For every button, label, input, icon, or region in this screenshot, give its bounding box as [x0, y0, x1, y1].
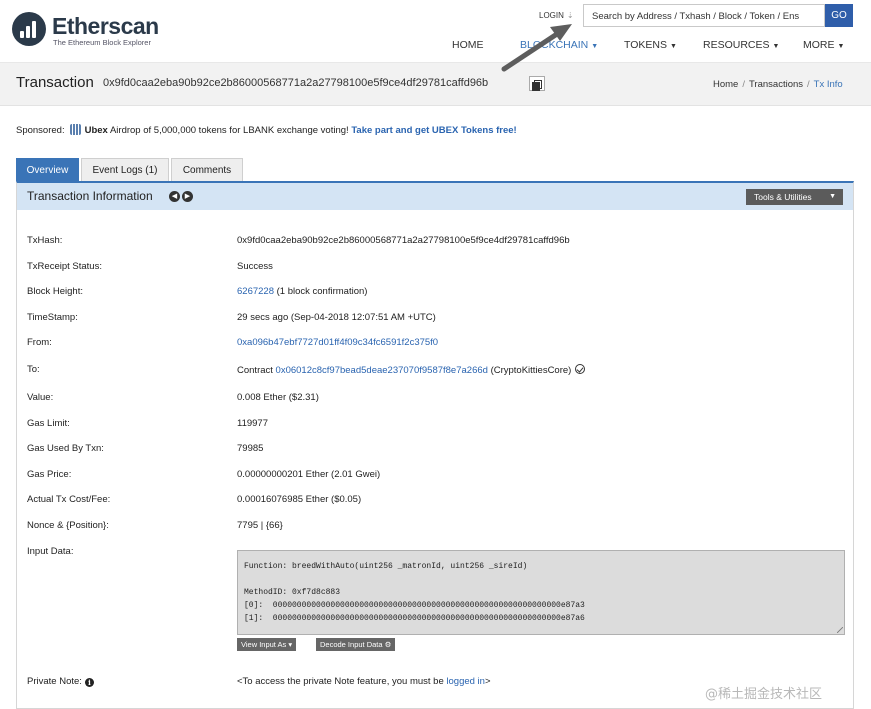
nav-tokens-label: TOKENS — [624, 39, 667, 51]
input-data-line: [1]: 00000000000000000000000000000000000… — [244, 614, 585, 623]
tab-comments[interactable]: Comments — [171, 158, 243, 181]
input-data-line: [0]: 00000000000000000000000000000000000… — [244, 601, 585, 610]
value-value: 0.008 Ether ($2.31) — [237, 392, 319, 403]
search-go-button[interactable]: GO — [825, 4, 853, 27]
verified-check-icon — [575, 364, 586, 374]
watermark: @稀土掘金技术社区 — [705, 687, 823, 702]
nav-resources[interactable]: RESOURCES ▼ — [703, 39, 779, 51]
breadcrumb: Home / Transactions / Tx Info — [713, 79, 843, 90]
breadcrumb-home[interactable]: Home — [713, 79, 738, 90]
to-label: To: — [27, 364, 40, 375]
chevron-down-icon: ▾ — [288, 640, 293, 649]
gas-used-value: 79985 — [237, 443, 264, 454]
logo-subtitle: The Ethereum Block Explorer — [53, 38, 151, 47]
tab-overview[interactable]: Overview — [16, 158, 79, 181]
from-label: From: — [27, 337, 52, 348]
gas-price-value: 0.00000000201 Ether (2.01 Gwei) — [237, 469, 381, 480]
tab-event-logs[interactable]: Event Logs (1) — [81, 158, 169, 181]
ubex-logo-icon — [69, 124, 81, 135]
from-address-link[interactable]: 0xa096b47ebf7727d01ff4f09c34fc6591f2c375… — [237, 337, 438, 348]
view-input-as-button[interactable]: View Input As ▾ — [237, 638, 297, 651]
nav-home[interactable]: HOME — [452, 39, 484, 51]
private-note-suffix: > — [484, 676, 491, 687]
info-icon[interactable]: i — [84, 678, 94, 687]
gas-used-label: Gas Used By Txn: — [27, 443, 104, 454]
private-note-label-row: Private Note: i — [27, 676, 94, 687]
block-link[interactable]: 6267228 — [237, 286, 274, 297]
value-label: Value: — [27, 392, 54, 403]
transaction-hash: 0x9fd0caa2eba90b92ce2b86000568771a2a2779… — [103, 77, 489, 89]
breadcrumb-tx-info: Tx Info — [813, 79, 843, 90]
nav-more[interactable]: MORE ▼ — [803, 39, 844, 51]
private-note-text: <To access the private Note feature, you… — [237, 676, 444, 687]
decode-input-data-label: Decode Input Data — [320, 640, 383, 649]
sponsored-text: Airdrop of 5,000,000 tokens for LBANK ex… — [109, 125, 349, 136]
tools-utilities-label: Tools & Utilities — [754, 192, 812, 202]
chevron-down-icon: ▼ — [772, 43, 780, 50]
logo-title: Etherscan — [52, 13, 159, 39]
input-data-line: MethodID: 0xf7d8c883 — [244, 588, 341, 597]
gas-limit-label: Gas Limit: — [27, 418, 70, 429]
private-note-value: <To access the private Note feature, you… — [237, 676, 491, 687]
copy-icon[interactable] — [529, 76, 545, 91]
to-prefix: Contract — [237, 365, 273, 376]
private-note-label: Private Note: — [27, 676, 82, 687]
resize-handle-icon[interactable] — [837, 627, 843, 633]
sponsored-banner: Sponsored: Ubex Airdrop of 5,000,000 toke… — [16, 124, 517, 136]
search-input[interactable]: Search by Address / Txhash / Block / Tok… — [583, 4, 825, 27]
nonce-value: 7795 | {66} — [237, 520, 283, 531]
sponsored-brand: Ubex — [84, 125, 108, 136]
nav-more-label: MORE — [803, 39, 835, 51]
view-input-as-label: View Input As — [241, 640, 287, 649]
nav-resources-label: RESOURCES — [703, 39, 770, 51]
prev-tx-icon[interactable]: ◀ — [169, 191, 180, 202]
etherscan-logo[interactable]: Etherscan The Ethereum Block Explorer — [12, 12, 162, 48]
to-contract-name: (CryptoKittiesCore) — [490, 365, 572, 376]
txhash-value: 0x9fd0caa2eba90b92ce2b86000568771a2a2779… — [237, 235, 570, 246]
input-data-label: Input Data: — [27, 546, 74, 557]
chevron-down-icon: ▼ — [829, 193, 836, 200]
gas-price-label: Gas Price: — [27, 469, 72, 480]
timestamp-label: TimeStamp: — [27, 312, 78, 323]
timestamp-value: 29 secs ago (Sep-04-2018 12:07:51 AM +UT… — [237, 312, 436, 323]
page-title: Transaction — [16, 74, 94, 91]
logged-in-link[interactable]: logged in — [446, 676, 485, 687]
chevron-down-icon: ▼ — [591, 43, 599, 50]
block-confirmations: (1 block confirmation) — [276, 286, 368, 297]
panel-title: Transaction Information — [27, 189, 153, 203]
tools-utilities-button[interactable]: Tools & Utilities ▼ — [746, 189, 843, 205]
status-label: TxReceipt Status: — [27, 261, 102, 272]
input-data-line — [244, 573, 838, 586]
chevron-down-icon: ▼ — [669, 43, 677, 50]
nav-tokens[interactable]: TOKENS ▼ — [624, 39, 677, 51]
nav-home-label: HOME — [452, 39, 484, 51]
input-data-textarea[interactable]: Function: breedWithAuto(uint256 _matronI… — [237, 550, 845, 635]
txhash-label: TxHash: — [27, 235, 63, 246]
block-height-label: Block Height: — [27, 286, 83, 297]
decode-input-data-button[interactable]: Decode Input Data ⚙ — [316, 638, 396, 651]
to-value: Contract 0x06012c8cf97bead5deae237070f95… — [237, 364, 586, 376]
gear-icon: ⚙ — [384, 640, 392, 649]
sponsored-prefix: Sponsored: — [16, 125, 65, 136]
nonce-label: Nonce & {Position}: — [27, 520, 109, 531]
gas-limit-value: 119977 — [237, 418, 268, 429]
breadcrumb-transactions[interactable]: Transactions — [749, 79, 803, 90]
block-height-value: 6267228 (1 block confirmation) — [237, 286, 367, 297]
chevron-down-icon: ▼ — [837, 43, 845, 50]
to-address-link[interactable]: 0x06012c8cf97bead5deae237070f9587f8e7a26… — [276, 365, 488, 376]
next-tx-icon[interactable]: ▶ — [182, 191, 193, 202]
tx-cost-label: Actual Tx Cost/Fee: — [27, 494, 111, 505]
sponsored-link[interactable]: Take part and get UBEX Tokens free! — [351, 125, 516, 136]
tx-cost-value: 0.00016076985 Ether ($0.05) — [237, 494, 362, 505]
logo-icon — [12, 12, 46, 46]
input-data-line: Function: breedWithAuto(uint256 _matronI… — [244, 562, 528, 571]
annotation-arrow-icon — [501, 24, 572, 72]
status-value: Success — [237, 261, 273, 272]
from-value: 0xa096b47ebf7727d01ff4f09c34fc6591f2c375… — [237, 337, 438, 348]
